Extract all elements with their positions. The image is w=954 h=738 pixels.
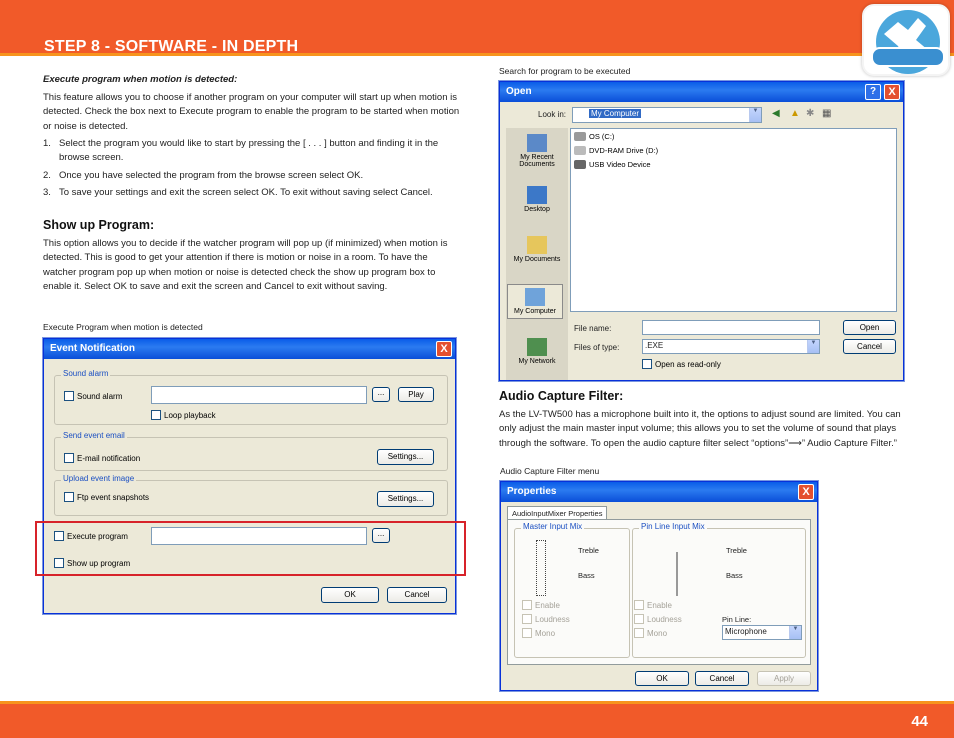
sound-file-input[interactable] <box>151 386 367 404</box>
view-menu-icon[interactable]: ▦ <box>822 108 831 119</box>
my-computer-icon <box>525 288 545 306</box>
pin-line-label: Pin Line: <box>722 615 752 624</box>
open-button[interactable]: Open <box>843 320 896 335</box>
pin-loudness-checkbox[interactable]: Loudness <box>634 614 682 624</box>
close-icon[interactable]: X <box>884 84 900 100</box>
tab-panel: Master Input Mix Pin Line Input Mix Treb… <box>507 519 811 665</box>
group-label: Send event email <box>61 431 127 440</box>
dialog-title: Event Notification <box>44 339 455 359</box>
places-bar: My Recent Documents Desktop My Documents… <box>506 128 568 380</box>
sidebar-item-desktop[interactable]: Desktop <box>509 186 565 213</box>
email-settings-button[interactable]: Settings... <box>377 449 434 465</box>
close-icon[interactable]: X <box>798 484 814 500</box>
sidebar-item-documents[interactable]: My Documents <box>509 236 565 263</box>
my-documents-icon <box>527 236 547 254</box>
recent-documents-icon <box>527 134 547 152</box>
page-number: 44 <box>911 713 928 730</box>
email-notification-checkbox[interactable]: E-mail notification <box>64 453 140 463</box>
props-figure-caption: Audio Capture Filter menu <box>500 466 600 476</box>
list-item: 2. Once you have selected the program fro… <box>43 169 364 181</box>
audio-body: As the LV-TW500 has a microphone built i… <box>499 409 901 449</box>
properties-dialog: Properties X AudioInputMixer Properties … <box>500 481 818 691</box>
group-label: Sound alarm <box>61 369 111 378</box>
levana-logo <box>862 4 950 76</box>
sidebar-item-recent[interactable]: My Recent Documents <box>509 134 565 168</box>
dvd-drive-icon <box>574 146 586 155</box>
bass-label: Bass <box>578 571 595 580</box>
execute-body: This feature allows you to choose if ano… <box>43 92 460 132</box>
help-icon[interactable]: ? <box>865 84 881 100</box>
event-figure-caption: Execute Program when motion is detected <box>43 322 203 332</box>
cancel-button[interactable]: Cancel <box>695 671 749 686</box>
ok-button[interactable]: OK <box>321 587 379 603</box>
master-loudness-checkbox[interactable]: Loudness <box>522 614 570 624</box>
hard-drive-icon <box>574 132 586 141</box>
network-icon <box>527 338 547 356</box>
loop-playback-checkbox[interactable]: Loop playback <box>151 410 216 420</box>
open-dialog: Open ? X Look in: My Computer ▼ ◀ ▲ ✱ ▦ … <box>499 81 904 381</box>
file-name-input[interactable] <box>642 320 820 335</box>
open-figure-caption: Search for program to be executed <box>499 66 631 76</box>
apply-button[interactable]: Apply <box>757 671 811 686</box>
master-input-group: Master Input Mix <box>514 522 630 658</box>
list-item[interactable]: USB Video Device <box>574 160 651 169</box>
pin-enable-checkbox[interactable]: Enable <box>634 600 672 610</box>
desktop-icon <box>527 186 547 204</box>
look-in-select[interactable]: My Computer ▼ <box>572 107 762 123</box>
footer-band <box>0 701 954 738</box>
files-of-type-label: Files of type: <box>574 343 620 352</box>
group-label: Upload event image <box>61 474 137 483</box>
pin-volume-slider[interactable] <box>676 552 678 596</box>
sound-alarm-checkbox[interactable]: Sound alarm <box>64 391 122 401</box>
showup-heading: Show up Program: <box>43 218 155 232</box>
list-item[interactable]: DVD-RAM Drive (D:) <box>574 146 658 155</box>
list-item: 1. Select the program you would like to s… <box>43 138 439 164</box>
files-of-type-select[interactable]: .EXE ▼ <box>642 339 820 354</box>
steps-list: 1. Select the program you would like to s… <box>43 137 453 203</box>
highlight-box <box>35 521 466 576</box>
cancel-button[interactable]: Cancel <box>843 339 896 354</box>
showup-body: This option allows you to decide if the … <box>43 238 448 292</box>
play-button[interactable]: Play <box>398 387 434 402</box>
master-enable-checkbox[interactable]: Enable <box>522 600 560 610</box>
file-name-label: File name: <box>574 324 612 333</box>
sidebar-item-network[interactable]: My Network <box>509 338 565 365</box>
chevron-down-icon: ▼ <box>807 340 819 353</box>
read-only-checkbox[interactable]: Open as read-only <box>642 359 721 369</box>
pin-mono-checkbox[interactable]: Mono <box>634 628 667 638</box>
up-folder-icon[interactable]: ▲ <box>790 108 800 119</box>
sound-browse-button[interactable]: ... <box>372 387 390 402</box>
chevron-down-icon: ▼ <box>749 108 761 122</box>
look-in-label: Look in: <box>538 110 567 119</box>
ok-button[interactable]: OK <box>635 671 689 686</box>
page-title: STEP 8 - SOFTWARE - IN DEPTH <box>44 38 299 55</box>
ftp-snapshots-checkbox[interactable]: Ftp event snapshots <box>64 492 149 502</box>
pin-line-select[interactable]: Microphone ▼ <box>722 625 802 640</box>
treble-label: Treble <box>726 546 747 555</box>
close-icon[interactable]: X <box>436 341 452 357</box>
back-icon[interactable]: ◀ <box>772 108 780 119</box>
new-folder-icon[interactable]: ✱ <box>806 108 814 119</box>
treble-label: Treble <box>578 546 599 555</box>
file-list[interactable]: OS (C:) DVD-RAM Drive (D:) USB Video Dev… <box>570 128 897 312</box>
cancel-button[interactable]: Cancel <box>387 587 447 603</box>
list-item: 3. To save your settings and exit the scr… <box>43 186 433 198</box>
sidebar-item-computer[interactable]: My Computer <box>507 284 563 319</box>
master-volume-slider[interactable] <box>536 540 546 596</box>
audio-heading: Audio Capture Filter: <box>499 389 624 403</box>
bass-label: Bass <box>726 571 743 580</box>
execute-heading: Execute program when motion is detected: <box>43 74 238 85</box>
list-item[interactable]: OS (C:) <box>574 132 614 141</box>
tab-audio-input-mixer[interactable]: AudioInputMixer Properties <box>507 506 608 520</box>
ftp-settings-button[interactable]: Settings... <box>377 491 434 507</box>
camera-icon <box>574 160 586 169</box>
dialog-title: Open <box>500 82 903 102</box>
master-mono-checkbox[interactable]: Mono <box>522 628 555 638</box>
dialog-title: Properties <box>501 482 817 502</box>
chevron-down-icon: ▼ <box>789 626 801 639</box>
